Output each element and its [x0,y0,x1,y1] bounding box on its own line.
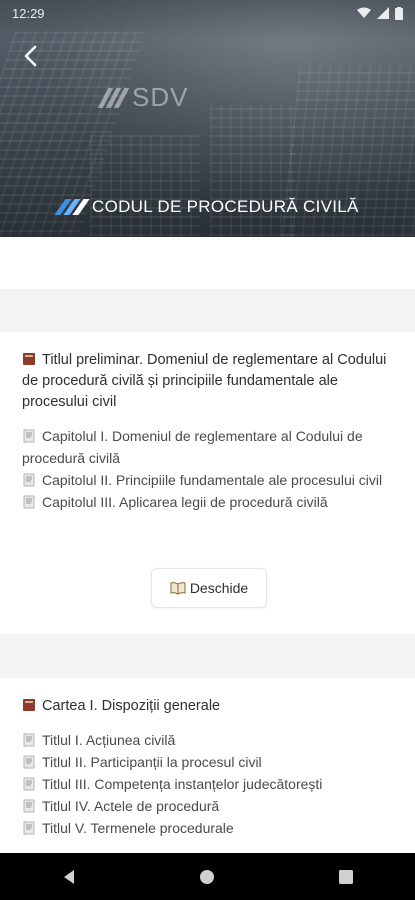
nav-back-button[interactable] [49,857,89,897]
status-bar: 12:29 [0,0,415,26]
system-nav-bar [0,853,415,900]
open-button[interactable]: Deschide [151,568,267,608]
status-icons [357,6,403,20]
page-title: CODUL DE PROCEDURĂ CIVILĂ [54,197,359,217]
list-item[interactable]: Capitolul III. Aplicarea legii de proced… [22,491,393,513]
header-banner: 12:29 SDV CODUL DE PROCEDURĂ CIVILĂ [0,0,415,237]
page-icon [22,775,36,791]
closed-book-icon [22,352,36,366]
spacer-band [0,237,415,289]
list-item-text: Titlul III. Competența instanțelor judec… [42,776,323,792]
back-arrow-icon [24,45,37,67]
open-book-icon [170,581,186,595]
wifi-icon [357,7,371,18]
list-item-text: Titlul V. Termenele procedurale [42,820,234,836]
list-item-text: Titlul II. Participanții la procesul civ… [42,754,262,770]
list-item[interactable]: Titlul I. Acțiunea civilă [22,729,393,751]
page-icon [22,731,36,747]
closed-book-icon [22,698,36,712]
page-icon [22,493,36,509]
section-heading[interactable]: Titlul preliminar. Domeniul de reglement… [22,350,393,413]
signal-icon [377,7,389,19]
logo-mark-icon [97,87,130,108]
nav-recents-button[interactable] [326,857,366,897]
list-item[interactable]: Titlul IV. Actele de procedură [22,795,393,817]
list-item[interactable]: Titlul II. Participanții la procesul civ… [22,751,393,773]
logo-text: SDV [132,82,189,112]
page-icon [22,471,36,487]
section-heading-text: Titlul preliminar. Domeniul de reglement… [22,352,387,410]
list-item-text: Titlul I. Acțiunea civilă [42,732,176,748]
list-item[interactable]: Capitolul II. Principiile fundamentale a… [22,469,393,491]
section-heading[interactable]: Cartea I. Dispoziții generale [22,696,393,717]
open-button-label: Deschide [189,580,249,596]
circle-home-icon [200,869,215,884]
list-item-text: Capitolul III. Aplicarea legii de proced… [42,494,328,510]
page-icon [22,819,36,835]
nav-home-button[interactable] [187,857,227,897]
page-title-text: CODUL DE PROCEDURĂ CIVILĂ [92,197,359,216]
section-heading-text: Cartea I. Dispoziții generale [42,698,221,714]
battery-icon [395,6,403,20]
page-icon [22,753,36,769]
list-item-text: Capitolul II. Principiile fundamentale a… [42,472,383,488]
list-item[interactable]: Titlul III. Competența instanțelor judec… [22,773,393,795]
section-card: Cartea I. Dispoziții generale Titlul I. … [0,678,415,853]
list-item[interactable]: Titlul V. Termenele procedurale [22,817,393,839]
list-item-text: Titlul IV. Actele de procedură [42,798,220,814]
list-item-text: Capitolul I. Domeniul de reglementare al… [22,428,363,466]
page-icon [22,797,36,813]
sdv-watermark-logo: SDV [97,82,189,113]
page-icon [22,427,36,443]
back-button[interactable] [18,42,46,70]
list-item[interactable]: Capitolul I. Domeniul de reglementare al… [22,425,393,469]
square-recents-icon [338,869,353,884]
title-logo-icon [54,199,90,215]
triangle-back-icon [64,869,75,884]
status-time: 12:29 [12,5,45,21]
